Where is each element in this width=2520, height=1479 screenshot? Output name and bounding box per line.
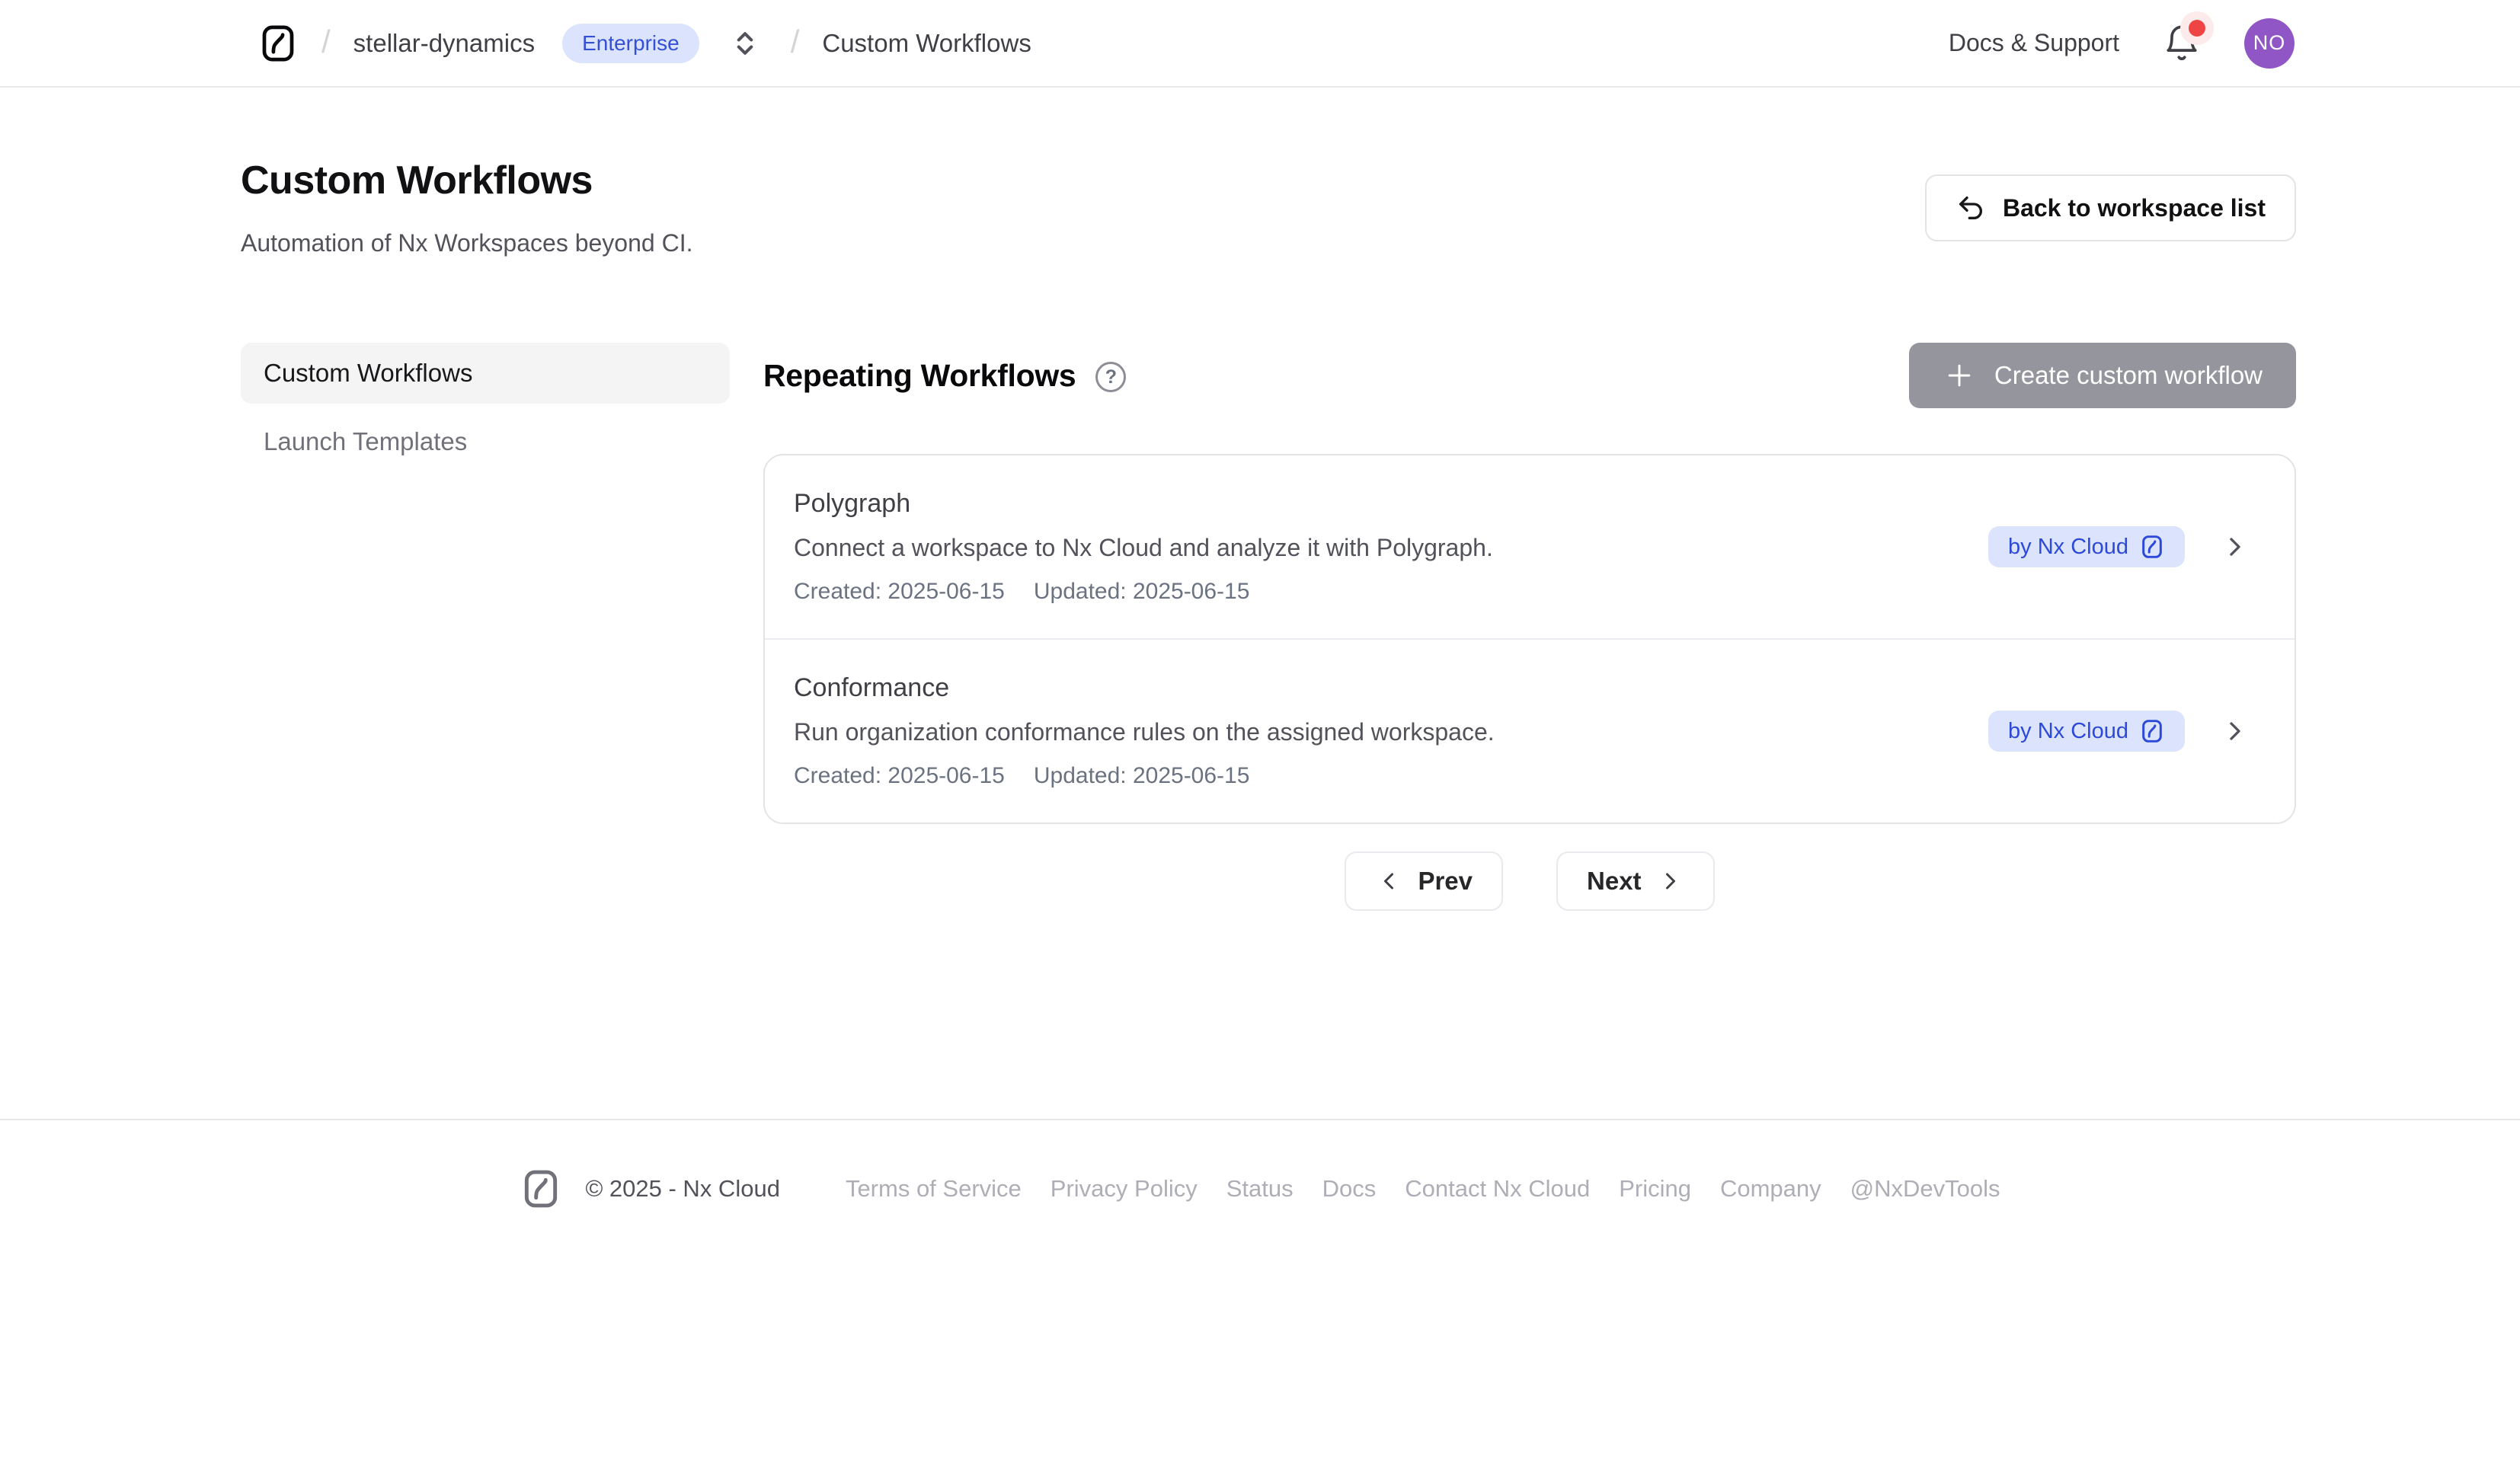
sidebar-item-label: Custom Workflows xyxy=(264,359,472,388)
plan-badge: Enterprise xyxy=(562,24,699,63)
breadcrumb-separator: / xyxy=(321,24,331,60)
footer-links: Terms of Service Privacy Policy Status D… xyxy=(846,1175,2000,1203)
workflow-row-conformance[interactable]: Conformance Run organization conformance… xyxy=(765,638,2295,823)
footer-link-docs[interactable]: Docs xyxy=(1322,1175,1377,1203)
chevron-right-icon xyxy=(2220,716,2250,746)
footer-link-pricing[interactable]: Pricing xyxy=(1619,1175,1691,1203)
docs-support-link[interactable]: Docs & Support xyxy=(1949,29,2119,57)
workflow-row-text: Polygraph Connect a workspace to Nx Clou… xyxy=(794,489,1493,605)
workflow-row-right: by Nx Cloud xyxy=(1988,711,2264,752)
workflow-row-text: Conformance Run organization conformance… xyxy=(794,673,1495,789)
top-navbar: / stellar-dynamics Enterprise / Custom W… xyxy=(0,0,2520,88)
workflow-updated: Updated: 2025-06-15 xyxy=(1034,763,1250,789)
user-avatar[interactable]: NO xyxy=(2244,18,2295,69)
back-button-label: Back to workspace list xyxy=(2003,194,2266,222)
navbar-right: Docs & Support NO xyxy=(1949,18,2295,69)
workspace-switcher-icon[interactable] xyxy=(728,27,762,60)
notification-dot xyxy=(2189,20,2205,37)
pane-title-wrap: Repeating Workflows ? xyxy=(763,358,1126,394)
footer-link-status[interactable]: Status xyxy=(1226,1175,1294,1203)
main-content: Custom Workflows Automation of Nx Worksp… xyxy=(0,88,2520,1119)
page: / stellar-dynamics Enterprise / Custom W… xyxy=(0,0,2520,1479)
footer-link-nxdevtools[interactable]: @NxDevTools xyxy=(1850,1175,2000,1203)
notifications-bell-icon[interactable] xyxy=(2162,24,2202,63)
prev-page-button[interactable]: Prev xyxy=(1345,851,1503,911)
undo-arrow-icon xyxy=(1956,193,1986,223)
footer-link-privacy[interactable]: Privacy Policy xyxy=(1051,1175,1198,1203)
sidebar-item-launch-templates[interactable]: Launch Templates xyxy=(241,411,730,472)
page-header-text: Custom Workflows Automation of Nx Worksp… xyxy=(241,158,692,257)
workflow-description: Connect a workspace to Nx Cloud and anal… xyxy=(794,534,1493,562)
workflow-updated: Updated: 2025-06-15 xyxy=(1034,579,1250,605)
footer-link-company[interactable]: Company xyxy=(1720,1175,1821,1203)
workflow-created: Created: 2025-06-15 xyxy=(794,763,1005,789)
breadcrumb-separator: / xyxy=(791,24,800,60)
page-subtitle: Automation of Nx Workspaces beyond CI. xyxy=(241,229,692,257)
badge-label: by Nx Cloud xyxy=(2008,719,2128,744)
next-label: Next xyxy=(1587,867,1642,896)
workflow-row-right: by Nx Cloud xyxy=(1988,526,2264,567)
by-nx-cloud-badge: by Nx Cloud xyxy=(1988,711,2185,752)
breadcrumb-current-page[interactable]: Custom Workflows xyxy=(822,29,1031,58)
settings-sidebar: Custom Workflows Launch Templates xyxy=(241,343,730,911)
section-title: Repeating Workflows xyxy=(763,358,1076,394)
sidebar-item-label: Launch Templates xyxy=(264,427,467,456)
content-row: Custom Workflows Launch Templates Repeat… xyxy=(241,343,2296,911)
footer-link-contact[interactable]: Contact Nx Cloud xyxy=(1405,1175,1590,1203)
copyright-text: © 2025 - Nx Cloud xyxy=(585,1175,779,1203)
workflow-created: Created: 2025-06-15 xyxy=(794,579,1005,605)
page-header: Custom Workflows Automation of Nx Worksp… xyxy=(241,88,2296,257)
prev-label: Prev xyxy=(1418,867,1473,896)
nx-cloud-logo-icon[interactable] xyxy=(257,23,299,64)
workflows-pane-header: Repeating Workflows ? Create custom work… xyxy=(763,343,2296,408)
chevron-right-icon xyxy=(1657,867,1684,895)
nx-cloud-mini-logo-icon xyxy=(2139,534,2165,560)
chevron-right-icon xyxy=(2220,532,2250,562)
workflow-meta: Created: 2025-06-15 Updated: 2025-06-15 xyxy=(794,579,1493,605)
workflows-list-card: Polygraph Connect a workspace to Nx Clou… xyxy=(763,454,2296,824)
workspace-name[interactable]: stellar-dynamics xyxy=(353,29,535,58)
help-icon[interactable]: ? xyxy=(1095,362,1126,392)
workflow-description: Run organization conformance rules on th… xyxy=(794,718,1495,746)
workflows-pane: Repeating Workflows ? Create custom work… xyxy=(763,343,2296,911)
chevron-left-icon xyxy=(1375,867,1402,895)
nx-footer-logo-icon xyxy=(520,1168,562,1210)
pagination: Prev Next xyxy=(763,851,2296,911)
badge-label: by Nx Cloud xyxy=(2008,535,2128,560)
sidebar-item-custom-workflows[interactable]: Custom Workflows xyxy=(241,343,730,404)
footer: © 2025 - Nx Cloud Terms of Service Priva… xyxy=(0,1119,2520,1210)
next-page-button[interactable]: Next xyxy=(1556,851,1715,911)
create-button-label: Create custom workflow xyxy=(1994,361,2263,390)
breadcrumb: / stellar-dynamics Enterprise / Custom W… xyxy=(257,23,1031,64)
page-title: Custom Workflows xyxy=(241,158,692,203)
notification-halo xyxy=(2180,11,2214,45)
workflow-title: Conformance xyxy=(794,673,1495,703)
nx-cloud-mini-logo-icon xyxy=(2139,718,2165,744)
by-nx-cloud-badge: by Nx Cloud xyxy=(1988,526,2185,567)
workflow-meta: Created: 2025-06-15 Updated: 2025-06-15 xyxy=(794,763,1495,789)
workflow-row-polygraph[interactable]: Polygraph Connect a workspace to Nx Clou… xyxy=(765,455,2295,638)
create-custom-workflow-button[interactable]: Create custom workflow xyxy=(1909,343,2296,408)
back-to-workspace-list-button[interactable]: Back to workspace list xyxy=(1925,174,2296,241)
footer-link-terms[interactable]: Terms of Service xyxy=(846,1175,1022,1203)
plus-icon xyxy=(1943,359,1976,392)
workflow-title: Polygraph xyxy=(794,489,1493,519)
